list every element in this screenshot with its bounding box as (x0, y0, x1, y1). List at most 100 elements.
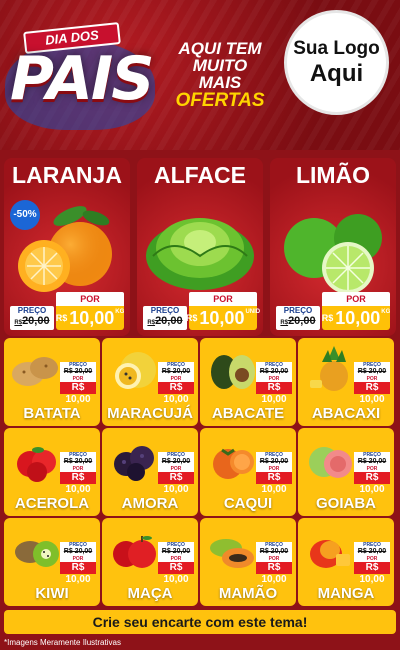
new-price: R$ 10,00 (158, 382, 194, 405)
product-name: ABACATE (211, 405, 285, 422)
old-price: R$20,00 (143, 315, 187, 327)
product-card: PREÇO R$ 20,00 POR R$ 10,00 MAÇA (102, 518, 198, 606)
potato-icon (12, 357, 58, 386)
old-price-box: PREÇO R$20,00 (143, 306, 187, 330)
price-value: 10,00 (335, 307, 381, 328)
price-tag: PREÇO R$ 20,00 POR R$ 10,00 (354, 452, 390, 495)
header-title: PAIS (10, 44, 154, 114)
old-price: R$ 20,00 (256, 458, 292, 466)
old-price: R$20,00 (10, 315, 54, 327)
persimmon-icon (213, 448, 254, 479)
new-price: R$ 10,00 KG (322, 306, 390, 330)
featured-card-laranja: LARANJA -50% POR PREÇO R$20,00 R$ 10,00 … (4, 158, 130, 336)
price-unit: KG (381, 309, 391, 315)
papaya-icon (210, 539, 254, 568)
acerola-icon (17, 447, 56, 482)
product-name: ACEROLA (14, 495, 90, 512)
new-price: R$ 10,00 (158, 472, 194, 495)
product-card: PREÇO R$ 20,00 POR R$ 10,00 ABACAXI (298, 338, 394, 426)
old-price: R$ 20,00 (60, 458, 96, 466)
product-card: PREÇO R$ 20,00 POR R$ 10,00 MANGA (298, 518, 394, 606)
price-tag: PREÇO R$ 20,00 POR R$ 10,00 (158, 542, 194, 585)
cta-banner: Crie seu encarte com este tema! (4, 610, 396, 634)
new-price: R$ 10,00 (354, 472, 390, 495)
price-unit: KG (115, 309, 125, 315)
old-price: R$ 20,00 (354, 458, 390, 466)
new-price: R$ 10,00 KG (56, 306, 124, 330)
product-card: PREÇO R$ 20,00 POR R$ 10,00 ACEROLA (4, 428, 100, 516)
product-card: PREÇO R$ 20,00 POR R$ 10,00 MAMÃO (200, 518, 296, 606)
new-price: R$ 10,00 (354, 382, 390, 405)
old-price-value: 20,00 (155, 315, 183, 327)
preco-label: PREÇO (283, 306, 313, 315)
product-card: PREÇO R$ 20,00 POR R$ 10,00 KIWI (4, 518, 100, 606)
price-value: 10,00 (69, 307, 115, 328)
old-price: R$ 20,00 (256, 368, 292, 376)
product-name: MAMÃO (218, 585, 278, 602)
product-name: CAQUI (223, 495, 273, 512)
price-tag: PREÇO R$ 20,00 POR R$ 10,00 (354, 542, 390, 585)
featured-name: LIMÃO (295, 162, 371, 188)
new-price: R$ 10,00 (256, 472, 292, 495)
price-tag: PREÇO R$ 20,00 POR R$ 10,00 (256, 452, 292, 495)
product-card: PREÇO R$ 20,00 POR R$ 10,00 BATATA (4, 338, 100, 426)
logo-text-2: Aqui (309, 59, 364, 87)
new-price: R$ 10,00 (256, 562, 292, 585)
old-price-box: PREÇO R$20,00 (276, 306, 320, 330)
logo-text-1: Sua Logo (293, 37, 380, 59)
product-name: KIWI (35, 585, 69, 602)
old-price: R$ 20,00 (158, 368, 194, 376)
price-currency: R$ (185, 313, 198, 323)
blackberry-icon (114, 446, 154, 481)
product-card: PREÇO R$ 20,00 POR R$ 10,00 MARACUJÁ (102, 338, 198, 426)
new-price: R$ 10,00 (60, 472, 96, 495)
price-value: 10,00 (199, 307, 245, 328)
new-price: R$ 10,00 (354, 562, 390, 585)
price-tag: PREÇO R$ 20,00 POR R$ 10,00 (158, 452, 194, 495)
price-tag: PREÇO R$ 20,00 POR R$ 10,00 (60, 452, 96, 495)
new-price: R$ 10,00 (60, 382, 96, 405)
passionfruit-icon (115, 352, 156, 389)
product-name: GOIABA (316, 495, 376, 512)
old-price: R$ 20,00 (354, 368, 390, 376)
new-price: R$ 10,00 UNID (185, 306, 261, 330)
preco-label: PREÇO (150, 306, 180, 315)
new-price: R$ 10,00 (158, 562, 194, 585)
kiwi-icon (15, 541, 59, 567)
avocado-icon (211, 355, 255, 389)
old-price: R$ 20,00 (354, 548, 390, 556)
guava-icon (309, 447, 352, 478)
promo-line-3: OFERTAS (175, 90, 265, 111)
pineapple-icon (310, 346, 348, 391)
price-tag: PREÇO R$ 20,00 POR R$ 10,00 (60, 362, 96, 405)
old-price-value: 20,00 (22, 315, 50, 327)
promo-line-1: AQUI TEM (178, 39, 262, 58)
price-tag: PREÇO R$ 20,00 POR R$ 10,00 (158, 362, 194, 405)
product-name: MANGA (317, 585, 375, 602)
promo-line-2: MUITO MAIS (192, 56, 248, 92)
old-price-box: PREÇO R$20,00 (10, 306, 54, 330)
product-name: AMORA (121, 495, 179, 512)
product-name: BATATA (23, 405, 81, 422)
lettuce-icon (146, 218, 254, 290)
lime-icon (284, 214, 382, 294)
old-price-currency: R$ (14, 320, 23, 326)
old-price: R$ 20,00 (60, 548, 96, 556)
product-card: PREÇO R$ 20,00 POR R$ 10,00 AMORA (102, 428, 198, 516)
price-currency: R$ (321, 313, 334, 323)
promo-text: AQUI TEM MUITO MAIS OFERTAS (170, 40, 270, 110)
product-name: MAÇA (127, 585, 173, 602)
product-name: ABACAXI (311, 405, 381, 422)
por-label: POR (56, 292, 124, 306)
price-unit: UNID (245, 309, 261, 315)
old-price: R$ 20,00 (158, 458, 194, 466)
old-price-currency: R$ (280, 320, 289, 326)
old-price: R$ 20,00 (158, 548, 194, 556)
price-currency: R$ (55, 313, 68, 323)
preco-label: PREÇO (17, 306, 47, 315)
price-tag: PREÇO R$ 20,00 POR R$ 10,00 (60, 542, 96, 585)
product-card: PREÇO R$ 20,00 POR R$ 10,00 GOIABA (298, 428, 394, 516)
new-price: R$ 10,00 (256, 382, 292, 405)
apple-icon (113, 536, 156, 568)
old-price-value: 20,00 (288, 315, 316, 327)
